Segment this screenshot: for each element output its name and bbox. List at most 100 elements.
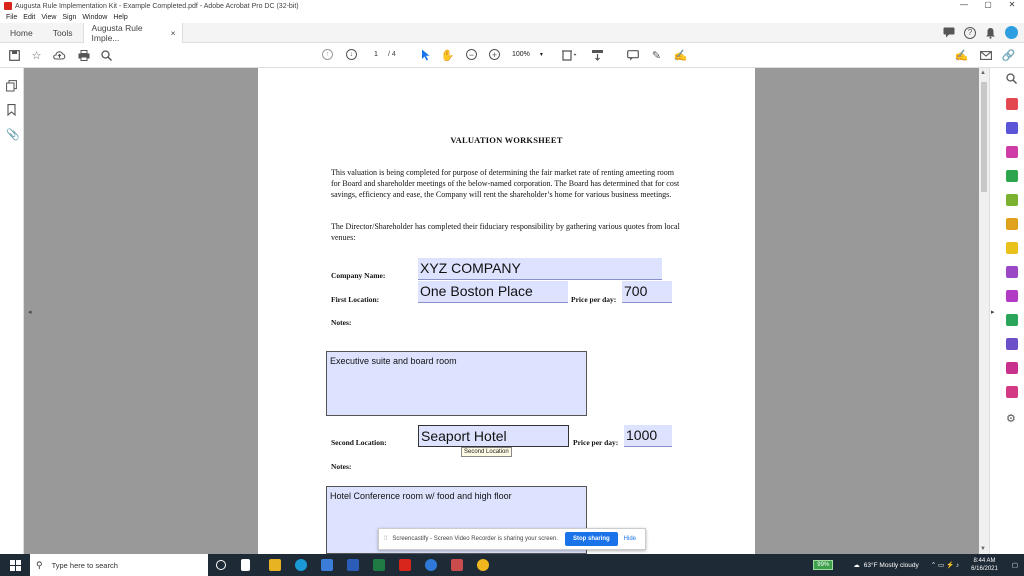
clock-date: 6/16/2021 — [971, 566, 998, 572]
search-tool-icon[interactable] — [1006, 73, 1017, 84]
redact-icon[interactable] — [1006, 362, 1018, 374]
menu-view[interactable]: View — [41, 14, 56, 21]
file-explorer-icon[interactable] — [269, 559, 281, 571]
vertical-scrollbar[interactable]: ▲ ▼ — [979, 68, 989, 554]
second-location-field[interactable]: Seaport Hotel — [418, 425, 569, 447]
acrobat-taskbar-icon[interactable] — [399, 559, 411, 571]
clock-time: 8:44 AM — [973, 558, 996, 564]
price-per-day-label-1: Price per day: — [571, 295, 617, 304]
tab-close-icon[interactable]: × — [171, 28, 176, 38]
menu-help[interactable]: Help — [113, 14, 127, 21]
tab-home[interactable]: Home — [0, 23, 43, 43]
star-icon[interactable]: ☆ — [30, 48, 43, 62]
zoom-in-icon[interactable]: + — [489, 49, 500, 60]
bookmark-icon[interactable] — [7, 104, 16, 116]
save-icon[interactable] — [8, 48, 20, 62]
prepare-form-icon[interactable] — [1006, 290, 1018, 302]
add-comment-icon[interactable] — [626, 48, 639, 62]
task-view-icon[interactable] — [216, 560, 226, 570]
document-viewer[interactable]: ◂ VALUATION WORKSHEET This valuation is … — [24, 68, 979, 554]
highlight-pen-icon[interactable]: ✎ — [650, 48, 663, 62]
scrollbar-thumb[interactable] — [981, 82, 987, 192]
more-tools-icon[interactable]: ⚙ — [1006, 412, 1016, 425]
task-view-pages-icon[interactable] — [241, 559, 250, 571]
price-per-day-label-2: Price per day: — [573, 438, 619, 447]
app-taskbar-icon[interactable] — [425, 559, 437, 571]
notification-icon[interactable]: ▢ — [1012, 561, 1018, 569]
word-icon[interactable] — [347, 559, 359, 571]
fill-sign-icon[interactable]: ✍ — [955, 48, 969, 62]
drag-handle-icon[interactable]: ⁞⁞ — [384, 536, 387, 542]
select-cursor-icon[interactable] — [419, 48, 431, 62]
email-icon[interactable] — [979, 48, 992, 62]
comment-tool-icon[interactable] — [1006, 218, 1018, 230]
attachment-icon[interactable]: 📎 — [6, 128, 20, 141]
stop-sharing-button[interactable]: Stop sharing — [564, 532, 618, 546]
hand-tool-icon[interactable]: ✋ — [441, 48, 455, 62]
system-tray: 99% ☁ 63°F Mostly cloudy ⌃ ▭ ⚡ ♪ 8:44 AM… — [813, 554, 1024, 576]
combine-files-icon[interactable] — [1006, 122, 1018, 134]
fill-and-sign-icon[interactable] — [1006, 266, 1018, 278]
minimize-button[interactable]: — — [952, 0, 976, 9]
menu-file[interactable]: File — [6, 14, 17, 21]
page-fit-icon[interactable] — [561, 48, 577, 62]
scroll-mode-icon[interactable] — [590, 48, 604, 62]
chrome-icon[interactable] — [477, 559, 489, 571]
windows-start-icon[interactable] — [0, 554, 30, 576]
page-thumbnails-icon[interactable] — [6, 80, 17, 92]
screencastify-icon[interactable] — [451, 559, 463, 571]
price-per-day-field-1[interactable]: 700 — [622, 281, 672, 303]
notes-field-1[interactable]: Executive suite and board room — [326, 351, 587, 416]
acrobat-app-icon — [4, 2, 12, 10]
create-pdf-icon[interactable] — [1006, 98, 1018, 110]
comment-icon[interactable] — [943, 27, 955, 38]
tab-tools[interactable]: Tools — [43, 23, 83, 43]
print-icon[interactable] — [77, 48, 90, 62]
menu-bar: File Edit View Sign Window Help — [0, 12, 1024, 23]
cloud-upload-icon[interactable] — [53, 48, 66, 62]
protect-icon[interactable] — [1006, 338, 1018, 350]
share-link-icon[interactable]: 🔗 — [1002, 48, 1016, 62]
zoom-level-select[interactable]: 100% ▾ — [512, 49, 550, 61]
edge-icon[interactable] — [295, 559, 307, 571]
clock[interactable]: 8:44 AM 6/16/2021 — [971, 557, 998, 573]
print-production-icon[interactable] — [1006, 386, 1018, 398]
find-icon[interactable] — [100, 48, 113, 62]
taskbar-search-box[interactable]: ⚲ Type here to search — [30, 554, 208, 576]
close-window-button[interactable]: ✕ — [1000, 0, 1024, 9]
tray-icons[interactable]: ⌃ ▭ ⚡ ♪ — [931, 561, 959, 569]
battery-indicator[interactable]: 99% — [813, 560, 834, 570]
weather-text[interactable]: 63°F Mostly cloudy — [864, 562, 919, 569]
weather-icon[interactable]: ☁ — [853, 561, 860, 569]
store-icon[interactable] — [321, 559, 333, 571]
organize-pages-icon[interactable] — [1006, 146, 1018, 158]
excel-icon[interactable] — [373, 559, 385, 571]
first-location-label: First Location: — [331, 295, 380, 304]
bell-icon[interactable] — [985, 27, 996, 39]
review-icon[interactable] — [1006, 242, 1018, 254]
zoom-out-icon[interactable]: − — [466, 49, 477, 60]
menu-sign[interactable]: Sign — [62, 14, 76, 21]
edit-pdf-icon[interactable] — [1006, 194, 1018, 206]
expand-left-panel-icon[interactable]: ◂ — [28, 308, 32, 316]
maximize-button[interactable]: ▢ — [976, 0, 1000, 9]
export-pdf-icon[interactable] — [1006, 170, 1018, 182]
company-name-field[interactable]: XYZ COMPANY — [418, 258, 662, 280]
share-message: Screencastify - Screen Video Recorder is… — [392, 536, 558, 542]
page-number-input[interactable]: 1 — [367, 49, 385, 61]
next-page-icon[interactable]: ↓ — [346, 49, 357, 60]
first-location-field[interactable]: One Boston Place — [418, 281, 568, 303]
hide-share-bar-button[interactable]: Hide — [624, 536, 636, 542]
previous-page-icon[interactable]: ↑ — [322, 49, 333, 60]
help-icon[interactable]: ? — [964, 26, 976, 39]
scroll-down-icon[interactable]: ▼ — [980, 546, 986, 552]
menu-window[interactable]: Window — [82, 14, 107, 21]
scroll-up-icon[interactable]: ▲ — [980, 70, 986, 76]
sign-icon[interactable]: ✍ — [674, 48, 688, 62]
price-per-day-field-2[interactable]: 1000 — [624, 425, 672, 447]
collapse-right-panel-icon[interactable]: ▸ — [991, 308, 1022, 316]
notes-label-1: Notes: — [331, 318, 352, 327]
menu-edit[interactable]: Edit — [23, 14, 35, 21]
user-avatar[interactable] — [1005, 26, 1018, 39]
tab-document[interactable]: Augusta Rule Imple... × — [82, 22, 183, 43]
